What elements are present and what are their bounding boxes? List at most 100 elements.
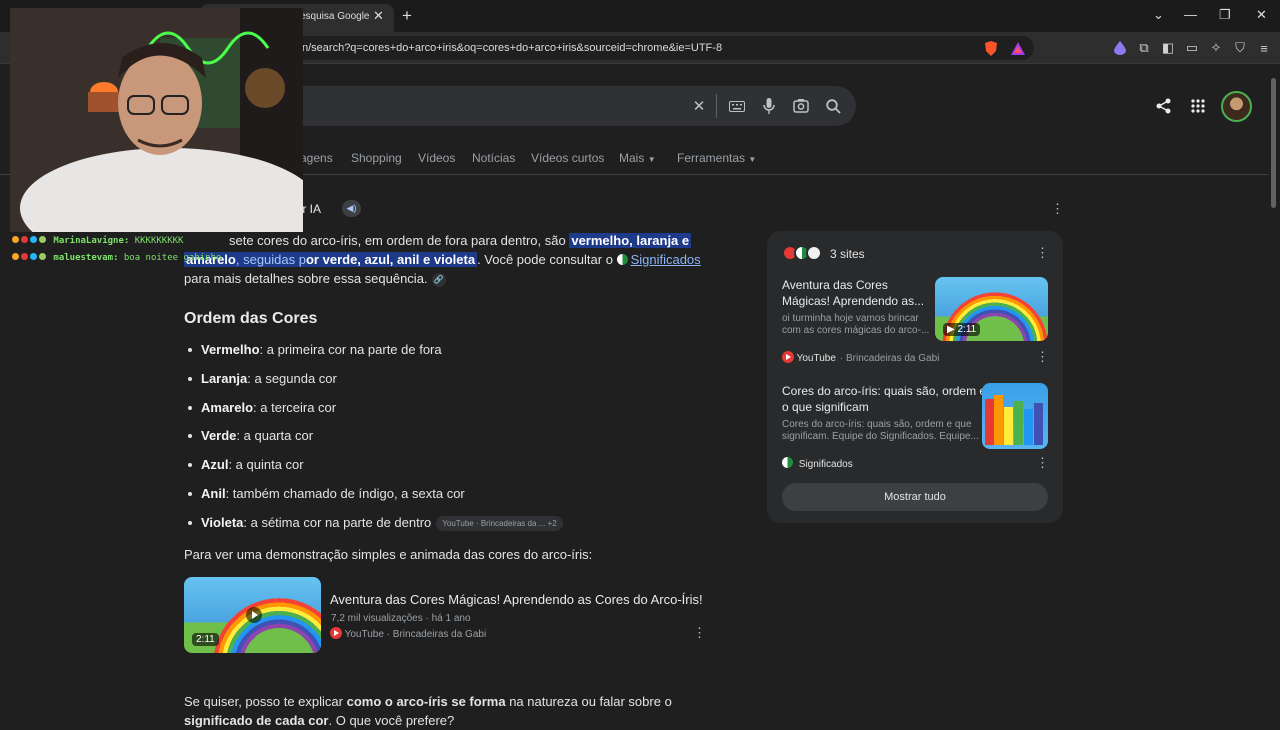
tab-tools-label: Ferramentas	[677, 151, 746, 165]
closing-d: significado de cada cor	[184, 713, 329, 728]
source-card-channel: · Brincadeiras da Gabi	[839, 353, 940, 364]
intro-highlight-2b: , seguidas p	[235, 252, 306, 267]
significados-logo-icon	[782, 457, 793, 468]
source-card-snippet-line: significam. Equipe do Significados. Equi…	[782, 431, 979, 442]
list-item: Violeta: a sétima cor na parte de dentro…	[188, 515, 563, 531]
intro-highlight-2c: or	[305, 252, 319, 267]
ai-overview-menu-icon[interactable]: ⋮	[1051, 202, 1064, 215]
chat-badge	[12, 236, 19, 243]
clear-icon[interactable]: ✕	[689, 96, 709, 116]
tab-search-icon[interactable]: ⌄	[1153, 7, 1164, 23]
mic-icon[interactable]	[759, 96, 779, 116]
tab-shopping[interactable]: Shopping	[351, 151, 402, 165]
scrollbar-thumb[interactable]	[1271, 78, 1276, 208]
list-item: Amarelo: a terceira cor	[188, 400, 336, 415]
chat-badge	[39, 253, 46, 260]
source-card-thumbnail[interactable]: ▶ 2:11	[935, 277, 1048, 341]
demo-text: Para ver uma demonstração simples e anim…	[184, 547, 593, 562]
lens-icon[interactable]	[791, 96, 811, 116]
source-card-thumbnail[interactable]	[982, 383, 1048, 449]
source-chip[interactable]: YouTube · Brincadeiras da ... +2	[436, 516, 563, 531]
tab-news[interactable]: Notícias	[472, 151, 515, 165]
source-card-site: Significados	[798, 459, 853, 470]
source-card-origin: YouTube · Brincadeiras da Gabi	[782, 351, 939, 364]
color-term: Anil	[201, 486, 226, 501]
sources-menu-icon[interactable]: ⋮	[1036, 246, 1049, 259]
source-card-title-line: Mágicas! Aprendendo as...	[782, 294, 925, 308]
new-tab-icon[interactable]: +	[402, 6, 412, 26]
color-desc: : a quarta cor	[236, 428, 314, 443]
color-desc: : a segunda cor	[247, 371, 337, 386]
source-card-title-line: Aventura das Cores	[782, 278, 888, 292]
tab-images[interactable]: agens	[300, 151, 333, 165]
source-card-snippet: oi turminha hoje vamos brincar com as co…	[782, 313, 929, 337]
minimize-icon[interactable]: —	[1184, 7, 1197, 22]
chat-badge	[39, 236, 46, 243]
ai-intro-line-3: para mais detalhes sobre essa sequência.…	[184, 269, 446, 288]
keyboard-icon[interactable]	[727, 96, 747, 116]
source-card-snippet-line: oi turminha hoje vamos brincar	[782, 313, 919, 324]
leo-ai-icon[interactable]: ✧	[1207, 39, 1225, 57]
sites-count[interactable]: 3 sites	[830, 247, 865, 261]
wikipedia-favicon	[806, 245, 822, 261]
close-window-icon[interactable]: ✕	[1256, 7, 1267, 23]
sources-panel	[767, 231, 1063, 523]
color-desc: : também chamado de índigo, a sexta cor	[225, 486, 465, 501]
speaker-icon[interactable]: ◀)	[342, 200, 361, 217]
color-desc: : a primeira cor na parte de fora	[259, 342, 442, 357]
color-term: Amarelo	[201, 400, 254, 415]
wallet-icon[interactable]: ▭	[1183, 39, 1201, 57]
list-item: Laranja: a segunda cor	[188, 371, 337, 386]
chat-badge	[12, 253, 19, 260]
drop-extension-icon[interactable]	[1111, 39, 1129, 57]
source-card-title[interactable]: Cores do arco-íris: quais são, ordem e o…	[782, 383, 986, 415]
youtube-icon	[330, 627, 342, 639]
chat-text: KKKKKKKKK	[134, 236, 184, 246]
source-card-snippet-line: Cores do arco-íris: quais são, ordem e q…	[782, 419, 972, 430]
color-bar	[994, 395, 1003, 445]
closing-line-2: significado de cada cor. O que você pref…	[184, 711, 454, 730]
tab-more[interactable]: Mais ▼	[619, 151, 656, 165]
significados-logo-icon	[616, 254, 628, 265]
chevron-down-icon: ▼	[647, 155, 656, 164]
intro-text-b: . Você pode consultar o	[477, 252, 613, 267]
vpn-icon[interactable]: ⛉	[1231, 39, 1249, 57]
tab-close-icon[interactable]: ✕	[373, 8, 384, 24]
share-icon[interactable]	[1152, 95, 1174, 117]
brave-rewards-icon[interactable]	[1009, 39, 1027, 57]
video-duration: 2:11	[192, 633, 219, 646]
link-icon[interactable]: 🔗	[431, 273, 446, 287]
color-bar	[985, 399, 994, 445]
brave-shield-icon[interactable]	[982, 39, 1000, 57]
video-title[interactable]: Aventura das Cores Mágicas! Aprendendo a…	[330, 592, 703, 607]
tab-tools[interactable]: Ferramentas ▼	[677, 151, 756, 165]
tab-short-videos[interactable]: Vídeos curtos	[531, 151, 604, 165]
site-favicons	[782, 245, 826, 261]
card-menu-icon[interactable]: ⋮	[1036, 456, 1049, 469]
play-icon	[246, 607, 262, 623]
sidebar-icon[interactable]: ◧	[1159, 39, 1177, 57]
color-bar	[1024, 409, 1033, 445]
tab-videos[interactable]: Vídeos	[418, 151, 455, 165]
menu-icon[interactable]: ≡	[1255, 39, 1273, 57]
color-term: Violeta	[201, 515, 244, 530]
card-menu-icon[interactable]: ⋮	[1036, 350, 1049, 363]
chat-message: MarinaLavigne: KKKKKKKKK	[12, 233, 221, 250]
show-all-button[interactable]: Mostrar tudo	[782, 483, 1048, 511]
restore-icon[interactable]: ❐	[1219, 7, 1231, 23]
video-thumbnail[interactable]: 2:11	[184, 577, 321, 653]
search-icon[interactable]	[823, 96, 843, 116]
source-card-origin: Significados	[782, 457, 853, 470]
color-term: Laranja	[201, 371, 248, 386]
extensions-icon[interactable]: ⧉	[1135, 39, 1153, 57]
video-menu-icon[interactable]: ⋮	[693, 626, 706, 639]
source-card-site: YouTube	[796, 353, 836, 364]
address-url[interactable]: n/search?q=cores+do+arco+iris&oq=cores+d…	[302, 42, 722, 54]
color-desc: : a terceira cor	[253, 400, 337, 415]
intro-highlight-1: vermelho, laranja e	[569, 233, 692, 248]
significados-link[interactable]: Significados	[631, 252, 701, 267]
youtube-icon	[782, 351, 794, 363]
account-avatar[interactable]	[1221, 91, 1252, 122]
apps-grid-icon[interactable]	[1187, 95, 1209, 117]
source-card-title[interactable]: Aventura das Cores Mágicas! Aprendendo a…	[782, 277, 924, 309]
